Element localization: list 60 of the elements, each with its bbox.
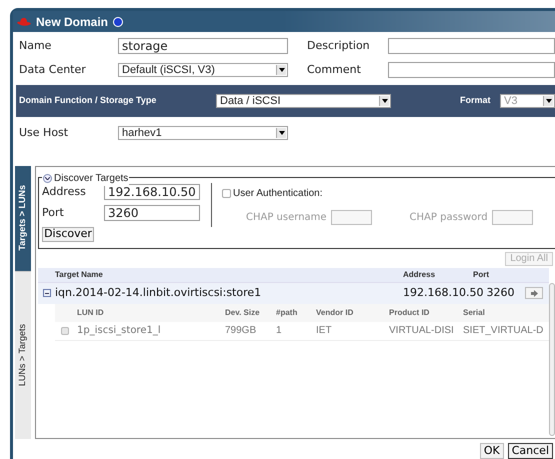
collapse-icon[interactable] <box>43 289 51 297</box>
target-row[interactable]: iqn.2014-02-14.linbit.ovirtiscsi:store1 192.168.10.50 3260 <box>38 282 549 304</box>
field-label: Data Center <box>19 62 87 78</box>
hat-logo-icon <box>17 16 31 26</box>
discover-button[interactable]: Discover <box>42 226 94 242</box>
port-field[interactable]: 3260 <box>104 205 200 222</box>
column-header: LUN ID <box>77 306 105 318</box>
target-name: iqn.2014-02-14.linbit.ovirtiscsi:store1 <box>55 284 262 301</box>
column-header: Target Name <box>55 268 104 280</box>
dropdown[interactable]: harhev1 <box>118 126 288 140</box>
table-cell-text: IET <box>316 324 333 338</box>
table-cell-text: VIRTUAL-DISI <box>389 324 455 338</box>
field-label: Port <box>42 205 65 221</box>
side-tab[interactable]: Targets > LUNs <box>15 166 31 270</box>
address-field[interactable]: 192.168.10.50 <box>104 184 200 200</box>
input-field[interactable] <box>492 210 533 224</box>
column-header: Address <box>403 268 436 280</box>
checkbox-label: User Authentication: <box>233 186 322 200</box>
column-header: Product ID <box>389 306 430 318</box>
field-label: CHAP username <box>246 210 327 224</box>
table-cell-text: 1p_iscsi_store1_l <box>77 324 162 338</box>
arrow-right-icon <box>530 290 538 296</box>
dialog-button[interactable]: OK <box>480 442 504 458</box>
checkbox[interactable] <box>61 326 69 334</box>
table-cell-text: 1 <box>276 324 283 338</box>
field-label: CHAP password <box>410 210 488 224</box>
field-label: Name <box>19 38 52 54</box>
column-header: Port <box>473 268 490 280</box>
column-header: Serial <box>463 306 486 318</box>
field-label: Domain Function / Storage Type <box>19 94 158 108</box>
dropdown-arrow-icon <box>276 64 286 75</box>
field-label: Format <box>460 94 492 108</box>
table-cell-text: 799GB <box>225 324 258 338</box>
field-label: Use Host <box>19 125 70 141</box>
table-cell-text: SIET_VIRTUAL-D <box>463 324 544 338</box>
target-address: 192.168.10.50 <box>403 284 484 301</box>
window-title: New Domain <box>36 14 108 30</box>
dropdown[interactable]: Data / iSCSI <box>216 94 391 108</box>
field-label: Description <box>307 38 371 54</box>
dropdown-arrow-icon <box>543 96 553 106</box>
section-title: Discover Targets <box>54 172 128 186</box>
scrollbar[interactable] <box>549 282 555 436</box>
dropdown[interactable]: Default (iSCSI, V3) <box>118 62 288 77</box>
dialog-button[interactable]: Cancel <box>508 442 553 458</box>
dropdown-arrow-icon <box>379 96 389 106</box>
description-field[interactable] <box>388 38 555 54</box>
input-field[interactable] <box>330 210 372 224</box>
dropdown-arrow-icon <box>276 128 286 138</box>
column-header: Dev. Size <box>225 306 261 318</box>
checkbox[interactable] <box>222 188 231 198</box>
comment-field[interactable] <box>388 62 555 78</box>
column-header: Vendor ID <box>316 306 354 318</box>
collapse-icon[interactable] <box>43 174 52 182</box>
login-arrow-button[interactable] <box>525 287 544 299</box>
target-port: 3260 <box>486 284 514 301</box>
help-icon[interactable] <box>113 16 124 26</box>
field-label: Comment <box>307 62 362 78</box>
field-label: Address <box>42 184 87 200</box>
column-header: #path <box>276 306 298 318</box>
name-field[interactable]: storage <box>118 38 288 54</box>
